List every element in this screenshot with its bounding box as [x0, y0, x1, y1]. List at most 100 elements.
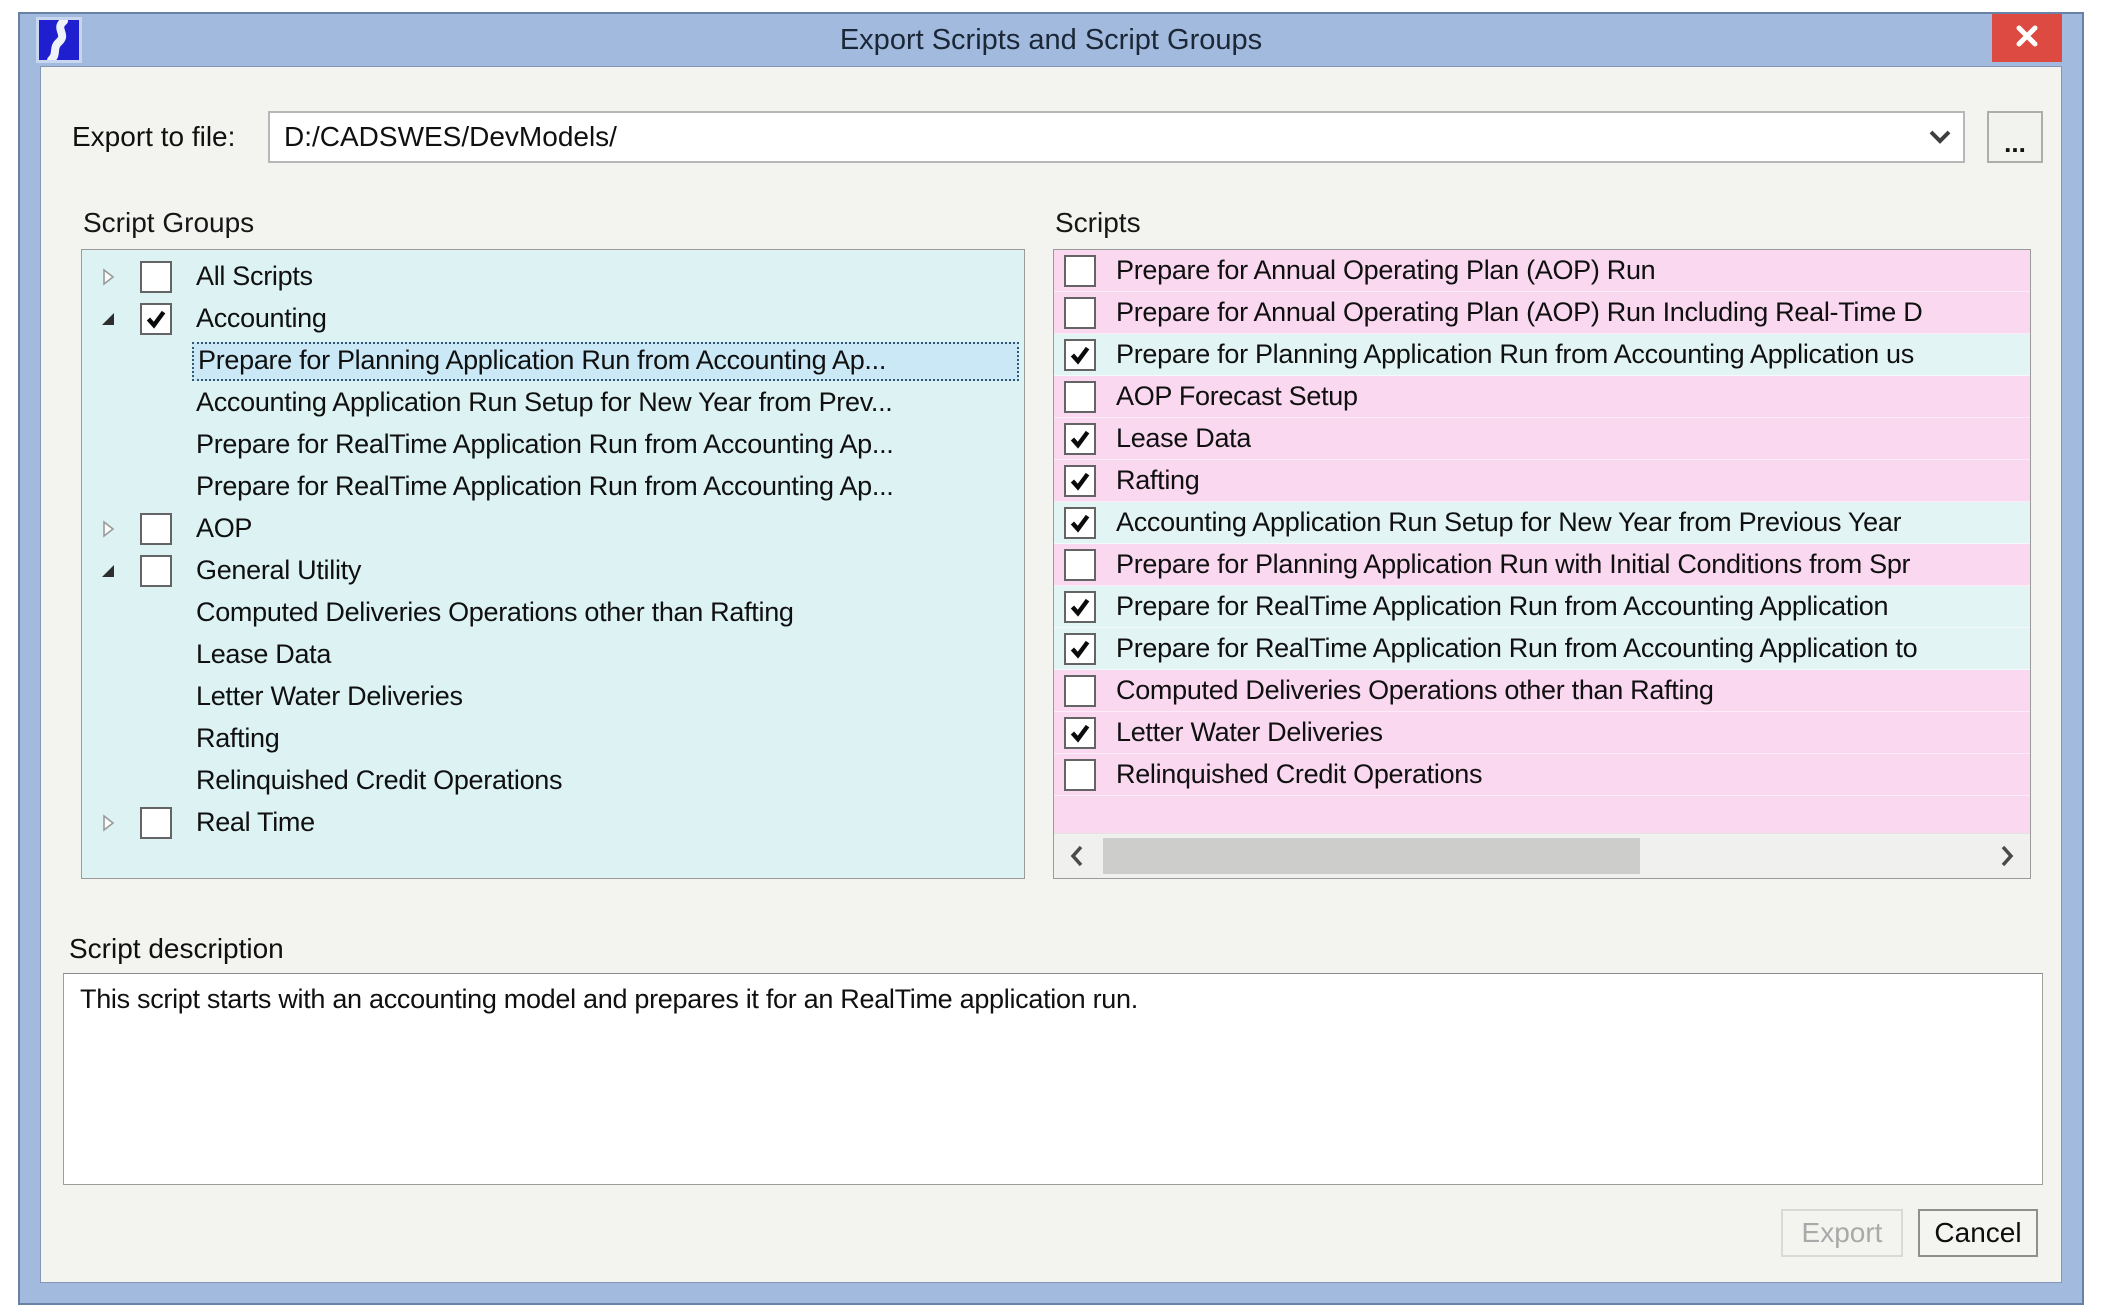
- checkbox[interactable]: [140, 807, 172, 839]
- checkbox[interactable]: [1064, 339, 1096, 371]
- tree-item[interactable]: Lease Data: [82, 634, 1024, 676]
- tree-item[interactable]: Real Time: [82, 802, 1024, 844]
- script-row[interactable]: Prepare for Annual Operating Plan (AOP) …: [1054, 292, 2030, 334]
- export-to-file-label: Export to file:: [72, 111, 235, 163]
- script-row-label: Relinquished Credit Operations: [1116, 759, 1482, 790]
- tree-item-label: Prepare for Planning Application Run fro…: [192, 342, 1019, 381]
- checkbox[interactable]: [1064, 717, 1096, 749]
- tree-item-label: All Scripts: [192, 259, 319, 296]
- script-row-label: Computed Deliveries Operations other tha…: [1116, 675, 1714, 706]
- tree-item[interactable]: Rafting: [82, 718, 1024, 760]
- script-row[interactable]: Letter Water Deliveries: [1054, 712, 2030, 754]
- script-row-label: Prepare for RealTime Application Run fro…: [1116, 591, 1888, 622]
- script-row[interactable]: Lease Data: [1054, 418, 2030, 460]
- close-button[interactable]: [1992, 14, 2062, 62]
- tree-item-label: Lease Data: [192, 637, 337, 674]
- checkbox[interactable]: [1064, 591, 1096, 623]
- script-row[interactable]: Accounting Application Run Setup for New…: [1054, 502, 2030, 544]
- checkbox[interactable]: [140, 513, 172, 545]
- export-scripts-dialog: Export Scripts and Script Groups Export …: [18, 12, 2084, 1305]
- script-row[interactable]: Prepare for RealTime Application Run fro…: [1054, 586, 2030, 628]
- tree-item[interactable]: Letter Water Deliveries: [82, 676, 1024, 718]
- scripts-label: Scripts: [1055, 207, 1141, 239]
- export-path-value: D:/CADSWES/DevModels/: [270, 121, 1917, 153]
- chevron-down-icon[interactable]: [1917, 129, 1963, 145]
- checkbox[interactable]: [1064, 633, 1096, 665]
- script-description-text[interactable]: This script starts with an accounting mo…: [63, 973, 2043, 1185]
- checkbox[interactable]: [140, 303, 172, 335]
- checkbox[interactable]: [1064, 381, 1096, 413]
- expander-icon[interactable]: [90, 267, 126, 287]
- tree-item-label: Prepare for RealTime Application Run fro…: [192, 469, 899, 506]
- script-row-label: Prepare for RealTime Application Run fro…: [1116, 633, 1917, 664]
- checkbox[interactable]: [140, 261, 172, 293]
- script-row-label: Prepare for Annual Operating Plan (AOP) …: [1116, 255, 1655, 286]
- horizontal-scrollbar[interactable]: [1054, 833, 2030, 878]
- scroll-left-icon[interactable]: [1054, 834, 1100, 878]
- script-row-label: Accounting Application Run Setup for New…: [1116, 507, 1901, 538]
- tree-item-label: Rafting: [192, 721, 285, 758]
- cancel-button[interactable]: Cancel: [1918, 1209, 2038, 1257]
- checkbox[interactable]: [1064, 465, 1096, 497]
- script-row[interactable]: Relinquished Credit Operations: [1054, 754, 2030, 796]
- tree-item-label: Relinquished Credit Operations: [192, 763, 568, 800]
- tree-item[interactable]: Prepare for RealTime Application Run fro…: [82, 424, 1024, 466]
- script-row[interactable]: Prepare for Annual Operating Plan (AOP) …: [1054, 250, 2030, 292]
- script-row[interactable]: Computed Deliveries Operations other tha…: [1054, 670, 2030, 712]
- checkbox[interactable]: [1064, 255, 1096, 287]
- tree-item[interactable]: Computed Deliveries Operations other tha…: [82, 592, 1024, 634]
- script-groups-tree: All Scripts Accounting Prepare for Plann…: [81, 249, 1025, 879]
- script-row-label: Rafting: [1116, 465, 1199, 496]
- scroll-right-icon[interactable]: [1984, 834, 2030, 878]
- window-title: Export Scripts and Script Groups: [20, 14, 2082, 66]
- checkbox[interactable]: [1064, 675, 1096, 707]
- tree-item[interactable]: AOP: [82, 508, 1024, 550]
- tree-item[interactable]: Accounting: [82, 298, 1024, 340]
- checkbox[interactable]: [1064, 423, 1096, 455]
- tree-item[interactable]: General Utility: [82, 550, 1024, 592]
- close-icon: [2014, 23, 2040, 54]
- tree-item-label: General Utility: [192, 553, 367, 590]
- script-groups-label: Script Groups: [83, 207, 254, 239]
- export-button[interactable]: Export: [1781, 1209, 1903, 1257]
- tree-item[interactable]: Prepare for RealTime Application Run fro…: [82, 466, 1024, 508]
- dialog-content: Export to file: D:/CADSWES/DevModels/ ..…: [40, 66, 2062, 1283]
- expander-icon[interactable]: [90, 519, 126, 539]
- script-row-label: Letter Water Deliveries: [1116, 717, 1383, 748]
- expander-icon[interactable]: [90, 813, 126, 833]
- script-row-label: AOP Forecast Setup: [1116, 381, 1358, 412]
- tree-item-label: Accounting Application Run Setup for New…: [192, 385, 899, 422]
- export-path-combobox[interactable]: D:/CADSWES/DevModels/: [268, 111, 1965, 163]
- tree-item-label: Real Time: [192, 805, 321, 842]
- script-row-label: Lease Data: [1116, 423, 1251, 454]
- script-row[interactable]: Prepare for Planning Application Run wit…: [1054, 544, 2030, 586]
- tree-item-label: Prepare for RealTime Application Run fro…: [192, 427, 899, 464]
- tree-item[interactable]: Accounting Application Run Setup for New…: [82, 382, 1024, 424]
- tree-item[interactable]: Relinquished Credit Operations: [82, 760, 1024, 802]
- checkbox[interactable]: [1064, 759, 1096, 791]
- script-row-label: Prepare for Annual Operating Plan (AOP) …: [1116, 297, 1922, 328]
- scripts-list: Prepare for Annual Operating Plan (AOP) …: [1053, 249, 2031, 879]
- script-row[interactable]: AOP Forecast Setup: [1054, 376, 2030, 418]
- titlebar: Export Scripts and Script Groups: [20, 14, 2082, 66]
- tree-item-label: AOP: [192, 511, 258, 548]
- checkbox[interactable]: [1064, 549, 1096, 581]
- expander-icon[interactable]: [90, 311, 126, 327]
- checkbox[interactable]: [1064, 297, 1096, 329]
- browse-button[interactable]: ...: [1987, 111, 2043, 163]
- scrollbar-thumb[interactable]: [1103, 838, 1640, 874]
- tree-item-label: Computed Deliveries Operations other tha…: [192, 595, 800, 632]
- checkbox[interactable]: [1064, 507, 1096, 539]
- script-row[interactable]: Prepare for Planning Application Run fro…: [1054, 334, 2030, 376]
- script-row[interactable]: Rafting: [1054, 460, 2030, 502]
- tree-item-label: Letter Water Deliveries: [192, 679, 469, 716]
- expander-icon[interactable]: [90, 563, 126, 579]
- script-row[interactable]: Prepare for RealTime Application Run fro…: [1054, 628, 2030, 670]
- script-description-label: Script description: [69, 933, 284, 965]
- script-row-label: Prepare for Planning Application Run fro…: [1116, 339, 1914, 370]
- tree-item[interactable]: Prepare for Planning Application Run fro…: [82, 340, 1024, 382]
- tree-item[interactable]: All Scripts: [82, 256, 1024, 298]
- script-row-label: Prepare for Planning Application Run wit…: [1116, 549, 1910, 580]
- checkbox[interactable]: [140, 555, 172, 587]
- tree-item-label: Accounting: [192, 301, 333, 338]
